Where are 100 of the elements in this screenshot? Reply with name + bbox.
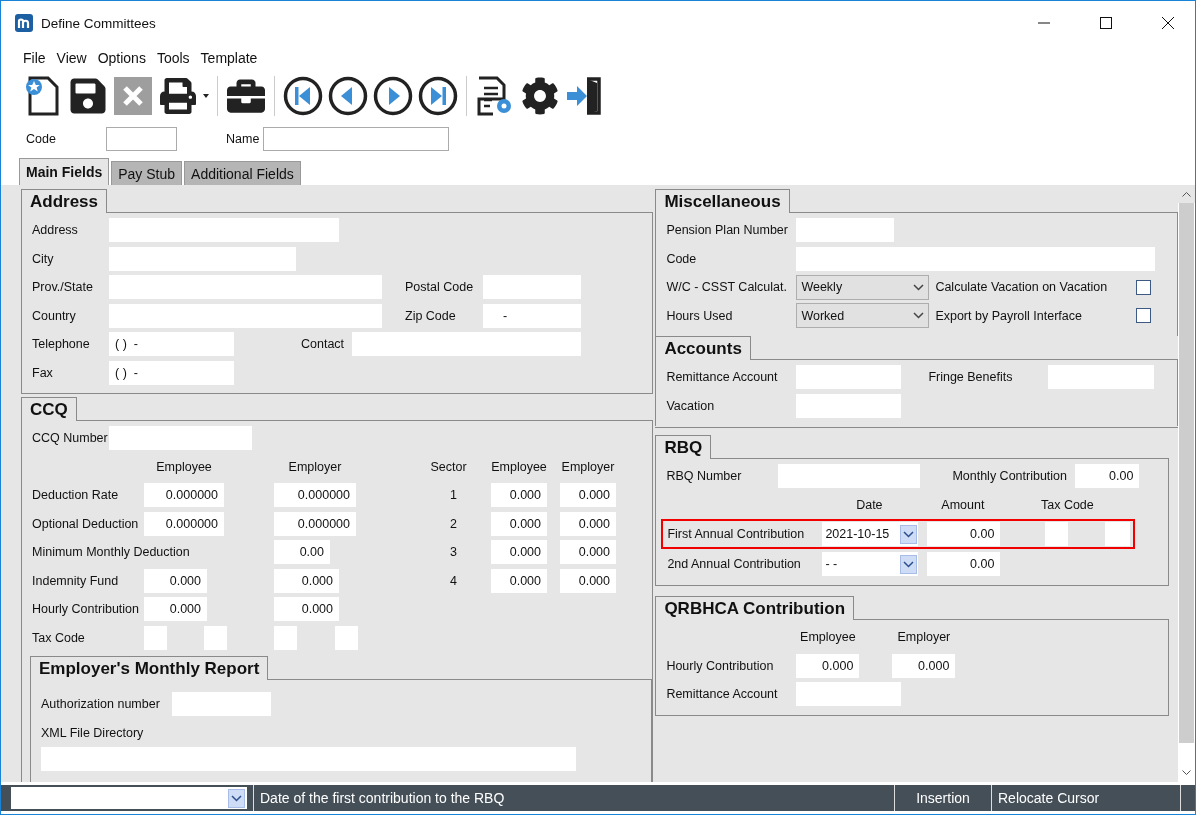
menu-item[interactable]: Template [200,50,258,66]
field-label: Hourly Contribution [666,658,775,673]
field-label: Deduction Rate [32,488,119,503]
input-field[interactable]: 0.00 [927,552,1001,576]
checkbox[interactable] [1136,279,1152,295]
input-field[interactable]: ( ) - [109,360,234,385]
settings-icon[interactable] [521,77,559,115]
save-icon[interactable] [68,76,108,116]
dropdown-button[interactable] [900,554,918,574]
input-field[interactable] [274,625,297,650]
tab[interactable]: Pay Stub [111,161,183,185]
input-field[interactable] [109,218,339,243]
menu-item[interactable]: Tools [156,50,190,66]
input-field[interactable]: 0.000 [560,568,616,593]
input-field[interactable] [263,127,449,151]
group-title: QRBHCA Contribution [655,596,855,620]
input-field[interactable]: 0.000 [491,568,547,593]
input-field[interactable]: 0.000 [560,511,616,536]
field-label: Prov./State [32,280,94,295]
select-field[interactable]: Weekly [796,274,930,300]
select-field[interactable]: Worked [796,303,930,329]
input-field[interactable] [109,303,382,328]
tab[interactable]: Main Fields [19,158,110,185]
scrollbar[interactable] [1178,185,1195,782]
input-field[interactable] [352,332,581,357]
combo-field[interactable] [11,787,247,809]
printer-icon[interactable] [160,78,196,114]
field-label: Employee [491,459,547,474]
briefcase-icon[interactable] [227,77,265,115]
field-label: Indemnity Fund [32,573,119,588]
input-field[interactable] [796,393,902,418]
caret-icon[interactable] [203,94,209,98]
input-field[interactable] [796,246,1156,271]
menu-item[interactable]: View [56,50,87,66]
input-field[interactable]: 0.000 [491,540,547,565]
group-title: Address [21,189,108,213]
input-field[interactable] [483,275,581,300]
input-field[interactable] [106,127,177,151]
date-field[interactable]: - - [822,552,919,576]
input-field[interactable] [796,365,902,390]
delete-icon[interactable] [114,77,152,115]
input-field[interactable]: 0.000 [892,653,956,678]
input-field[interactable] [144,625,167,650]
menu-item[interactable]: Options [97,50,146,66]
field-label: Sector [430,459,467,474]
tab[interactable]: Additional Fields [184,161,301,185]
input-field[interactable]: 0.000000 [274,511,356,536]
chevron-down-icon [913,283,925,291]
input-field[interactable]: 0.000000 [274,483,356,508]
input-field[interactable] [172,692,271,717]
input-field[interactable] [335,625,358,650]
input-field[interactable] [109,426,252,451]
input-field[interactable]: 0.000 [144,597,207,622]
input-field[interactable] [1105,522,1131,546]
date-field[interactable]: 2021-10-15 [822,522,919,546]
input-field[interactable]: 0.00 [1075,464,1140,489]
input-field[interactable]: - [483,303,581,328]
previous-icon[interactable] [328,76,368,116]
input-field[interactable]: 0.000000 [144,483,224,508]
input-field[interactable]: 0.000 [491,511,547,536]
input-field[interactable] [796,682,902,707]
input-field[interactable] [1048,365,1155,390]
group-title: CCQ [21,397,77,421]
input-field[interactable]: 0.000 [796,653,860,678]
new-document-icon[interactable] [25,76,61,116]
input-field[interactable]: ( ) - [109,332,234,357]
input-field[interactable]: 0.00 [274,540,330,565]
menu-item[interactable]: File [23,50,46,66]
input-field[interactable] [109,275,382,300]
field-label: City [32,251,55,266]
maximize-icon[interactable] [1100,17,1112,29]
scroll-thumb[interactable] [1179,203,1194,743]
input-field[interactable]: 0.000 [274,568,339,593]
input-field[interactable] [1045,522,1069,546]
input-field[interactable]: 0.000 [274,597,339,622]
input-field[interactable]: 0.00 [927,522,1001,546]
last-icon[interactable] [418,76,458,116]
minimize-icon[interactable] [1038,22,1050,24]
input-field[interactable]: 0.000 [491,483,547,508]
input-field[interactable]: 0.000 [560,540,616,565]
dropdown-button[interactable] [228,788,245,808]
close-icon[interactable] [1162,17,1174,29]
report-settings-icon[interactable] [476,76,514,116]
input-field[interactable]: 0.000000 [144,511,224,536]
scroll-down-icon[interactable] [1182,770,1191,776]
input-field[interactable]: 0.000 [144,568,207,593]
input-field[interactable] [204,625,227,650]
status-action: Relocate Cursor [991,785,1181,811]
input-field[interactable] [778,464,921,489]
input-field[interactable] [796,218,895,243]
dropdown-button[interactable] [900,524,918,544]
scroll-up-icon[interactable] [1182,191,1191,197]
chevron-down-icon [913,312,925,320]
input-field[interactable] [109,246,296,271]
input-field[interactable]: 0.000 [560,483,616,508]
checkbox[interactable] [1136,308,1152,324]
next-icon[interactable] [373,76,413,116]
field-label: Fringe Benefits [928,370,1014,385]
first-icon[interactable] [283,76,323,116]
input-field[interactable] [41,747,576,771]
